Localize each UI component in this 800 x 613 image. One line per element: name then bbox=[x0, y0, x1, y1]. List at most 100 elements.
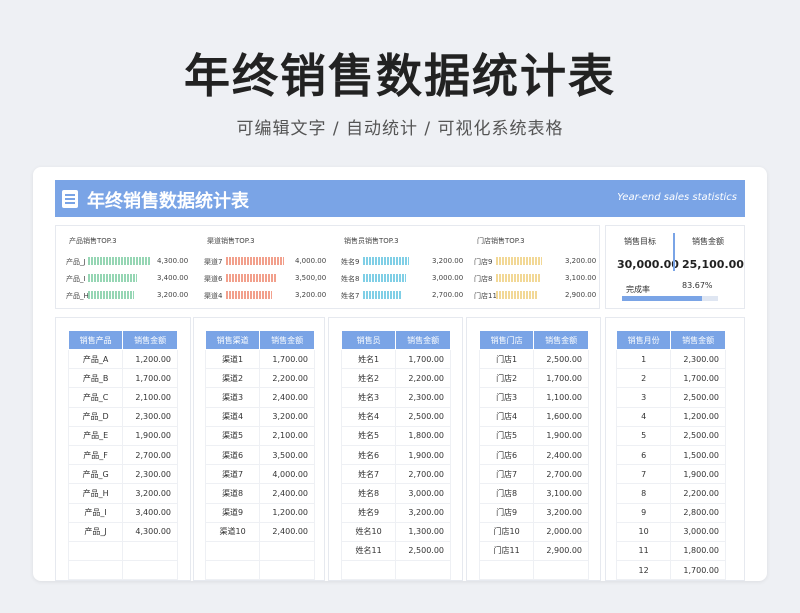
amount-cell: 2,400.00 bbox=[533, 445, 589, 466]
amount-label: 销售金额 bbox=[692, 237, 724, 246]
row-label-cell: 渠道9 bbox=[204, 503, 260, 523]
amount-cell: 2,900.00 bbox=[533, 541, 589, 562]
amount-cell: 1,800.00 bbox=[395, 426, 451, 446]
amount-cell: 2,000.00 bbox=[533, 522, 589, 542]
hero-subtitle: 可编辑文字 / 自动统计 / 可视化系统表格 bbox=[236, 119, 564, 139]
bar-value: 2,900.00 bbox=[565, 291, 597, 299]
bar-value: 2,700.00 bbox=[432, 291, 464, 299]
row-label-cell: 12 bbox=[615, 560, 671, 581]
amount-cell: 2,300.00 bbox=[122, 464, 178, 485]
amount-cell: 3,100.00 bbox=[533, 483, 589, 504]
row-label-cell: 7 bbox=[615, 464, 671, 485]
column-header: 销售金额 bbox=[395, 330, 451, 350]
amount-cell: 2,800.00 bbox=[670, 503, 726, 523]
column-header: 销售渠道 bbox=[204, 330, 261, 350]
bar-mark bbox=[496, 257, 543, 265]
table-row: 姓名10 1,300.00 bbox=[340, 522, 451, 542]
column-header: 销售金额 bbox=[670, 330, 726, 350]
amount-cell: 2,200.00 bbox=[670, 483, 726, 504]
bar-mark bbox=[496, 274, 541, 282]
row-label-cell: 姓名9 bbox=[340, 503, 396, 523]
amount-cell bbox=[395, 560, 451, 581]
amount-cell: 2,400.00 bbox=[259, 387, 315, 408]
top-chart-bar-row: 渠道4 3,200.00 bbox=[204, 290, 329, 300]
row-label-cell: 姓名10 bbox=[340, 522, 396, 542]
row-label-cell: 2 bbox=[615, 368, 671, 389]
table-row: 门店9 3,200.00 bbox=[478, 503, 589, 523]
top-chart-bar-row: 产品_H 3,200.00 bbox=[66, 290, 191, 300]
table-row: 产品_C 2,100.00 bbox=[67, 387, 178, 408]
table-row: 12 1,700.00 bbox=[615, 560, 726, 581]
row-label-cell: 渠道7 bbox=[204, 464, 260, 485]
target-label: 销售目标 bbox=[624, 237, 656, 246]
bar-label: 姓名7 bbox=[341, 292, 360, 300]
bar-label: 姓名9 bbox=[341, 258, 360, 266]
amount-cell: 1,200.00 bbox=[670, 407, 726, 427]
row-label-cell: 5 bbox=[615, 426, 671, 446]
amount-cell: 2,700.00 bbox=[395, 464, 451, 485]
table-row: 渠道8 2,400.00 bbox=[204, 483, 315, 504]
row-label-cell: 渠道3 bbox=[204, 387, 260, 408]
row-label-cell: 渠道1 bbox=[204, 349, 260, 370]
row-label-cell: 产品_F bbox=[67, 445, 123, 466]
report-icon bbox=[62, 190, 78, 208]
amount-cell: 1,500.00 bbox=[670, 445, 726, 466]
row-label-cell: 11 bbox=[615, 541, 671, 562]
amount-cell: 3,500.00 bbox=[259, 445, 315, 466]
table-row: 产品_G 2,300.00 bbox=[67, 464, 178, 485]
row-label-cell: 1 bbox=[615, 349, 671, 370]
top-chart-title: 销售员销售TOP.3 bbox=[344, 237, 399, 245]
amount-cell bbox=[533, 560, 589, 581]
table-row: 门店8 3,100.00 bbox=[478, 483, 589, 504]
table-row: 门店10 2,000.00 bbox=[478, 522, 589, 542]
row-label-cell: 姓名2 bbox=[340, 368, 396, 389]
table-row: 产品_H 3,200.00 bbox=[67, 483, 178, 504]
top-chart-bar-row: 渠道7 4,000.00 bbox=[204, 256, 329, 266]
table-row: 姓名9 3,200.00 bbox=[340, 503, 451, 523]
row-label-cell: 产品_J bbox=[67, 522, 123, 542]
row-label-cell: 门店10 bbox=[478, 522, 534, 542]
column-header: 销售员 bbox=[340, 330, 397, 350]
table-row: 渠道9 1,200.00 bbox=[204, 503, 315, 523]
table-row: 3 2,500.00 bbox=[615, 387, 726, 408]
top-chart-bar-row: 姓名9 3,200.00 bbox=[341, 256, 466, 266]
table-row: 姓名5 1,800.00 bbox=[340, 426, 451, 446]
amount-cell: 2,200.00 bbox=[395, 368, 451, 389]
row-label-cell: 渠道8 bbox=[204, 483, 260, 504]
row-label-cell: 门店6 bbox=[478, 445, 534, 466]
table-row: 渠道5 2,100.00 bbox=[204, 426, 315, 446]
table-row: 门店7 2,700.00 bbox=[478, 464, 589, 485]
banner-subtitle: Year-end sales statistics bbox=[617, 192, 737, 203]
table-row bbox=[67, 541, 178, 562]
table-row: 姓名4 2,500.00 bbox=[340, 407, 451, 427]
amount-cell: 1,300.00 bbox=[395, 522, 451, 542]
top-chart-bar-row: 渠道6 3,500,00 bbox=[204, 273, 329, 283]
amount-cell: 2,300.00 bbox=[395, 387, 451, 408]
table-row: 产品_F 2,700.00 bbox=[67, 445, 178, 466]
row-label-cell: 姓名11 bbox=[340, 541, 396, 562]
bar-label: 渠道7 bbox=[204, 258, 223, 266]
row-label-cell: 姓名4 bbox=[340, 407, 396, 427]
table-row: 产品_I 3,400.00 bbox=[67, 503, 178, 523]
bar-value: 3,200.00 bbox=[432, 257, 464, 265]
table-row: 7 1,900.00 bbox=[615, 464, 726, 485]
row-label-cell: 10 bbox=[615, 522, 671, 542]
row-label-cell: 产品_A bbox=[67, 349, 123, 370]
table-row: 姓名11 2,500.00 bbox=[340, 541, 451, 562]
table-row bbox=[340, 560, 451, 581]
row-label-cell: 4 bbox=[615, 407, 671, 427]
amount-cell: 1,900.00 bbox=[122, 426, 178, 446]
bar-value: 3,500,00 bbox=[295, 274, 327, 282]
bar-mark bbox=[226, 291, 273, 299]
row-label-cell: 渠道5 bbox=[204, 426, 260, 446]
bar-value: 4,000.00 bbox=[295, 257, 327, 265]
table-row: 门店11 2,900.00 bbox=[478, 541, 589, 562]
bar-label: 产品_I bbox=[66, 275, 86, 283]
amount-value: 25,100.00 bbox=[682, 258, 744, 271]
row-label-cell: 9 bbox=[615, 503, 671, 523]
column-header: 销售金额 bbox=[122, 330, 178, 350]
rate-value: 83.67% bbox=[682, 281, 713, 290]
top-chart-bar-row: 产品_I 3,400.00 bbox=[66, 273, 191, 283]
amount-cell: 1,700.00 bbox=[670, 560, 726, 581]
bar-mark bbox=[363, 257, 410, 265]
